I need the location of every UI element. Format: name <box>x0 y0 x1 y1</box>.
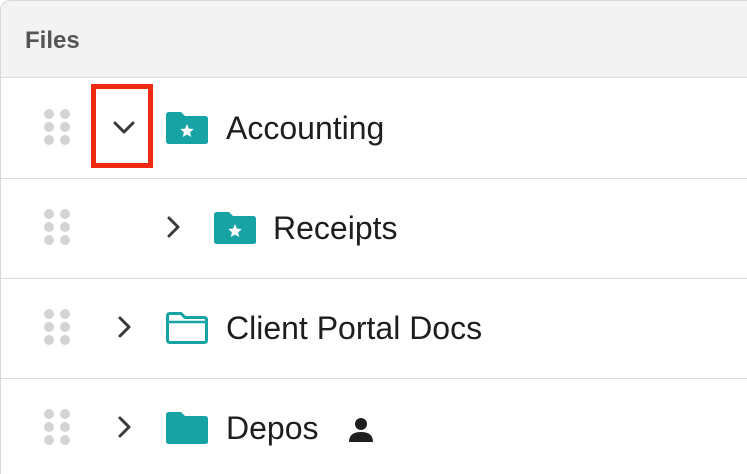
person-icon <box>349 418 373 442</box>
chevron-down-icon[interactable] <box>111 114 137 140</box>
folder-star-filled-icon <box>166 112 208 144</box>
drag-handle-icon[interactable] <box>44 309 70 345</box>
drag-handle-icon[interactable] <box>44 209 70 245</box>
tree-row-accounting[interactable]: Accounting <box>1 79 747 179</box>
chevron-right-icon[interactable] <box>111 414 137 440</box>
tree-row-depos[interactable]: Depos <box>1 379 747 474</box>
row-label-depos: Depos <box>226 410 319 446</box>
files-header: Files <box>1 1 747 78</box>
row-label-accounting: Accounting <box>226 110 385 146</box>
folder-outline-icon <box>166 312 208 344</box>
files-header-title: Files <box>25 27 80 54</box>
drag-handle-icon[interactable] <box>44 109 70 145</box>
folder-star-filled-icon <box>214 212 256 244</box>
chevron-right-icon[interactable] <box>160 214 186 240</box>
row-label-client-portal-docs: Client Portal Docs <box>226 310 483 346</box>
chevron-right-icon[interactable] <box>111 314 137 340</box>
files-panel: Files Accounting Receipts Client Portal … <box>0 0 747 474</box>
drag-handle-icon[interactable] <box>44 409 70 445</box>
folder-filled-icon <box>166 412 208 444</box>
tree-row-client-portal-docs[interactable]: Client Portal Docs <box>1 279 747 379</box>
row-label-receipts: Receipts <box>273 210 398 246</box>
tree-row-receipts[interactable]: Receipts <box>1 179 747 279</box>
